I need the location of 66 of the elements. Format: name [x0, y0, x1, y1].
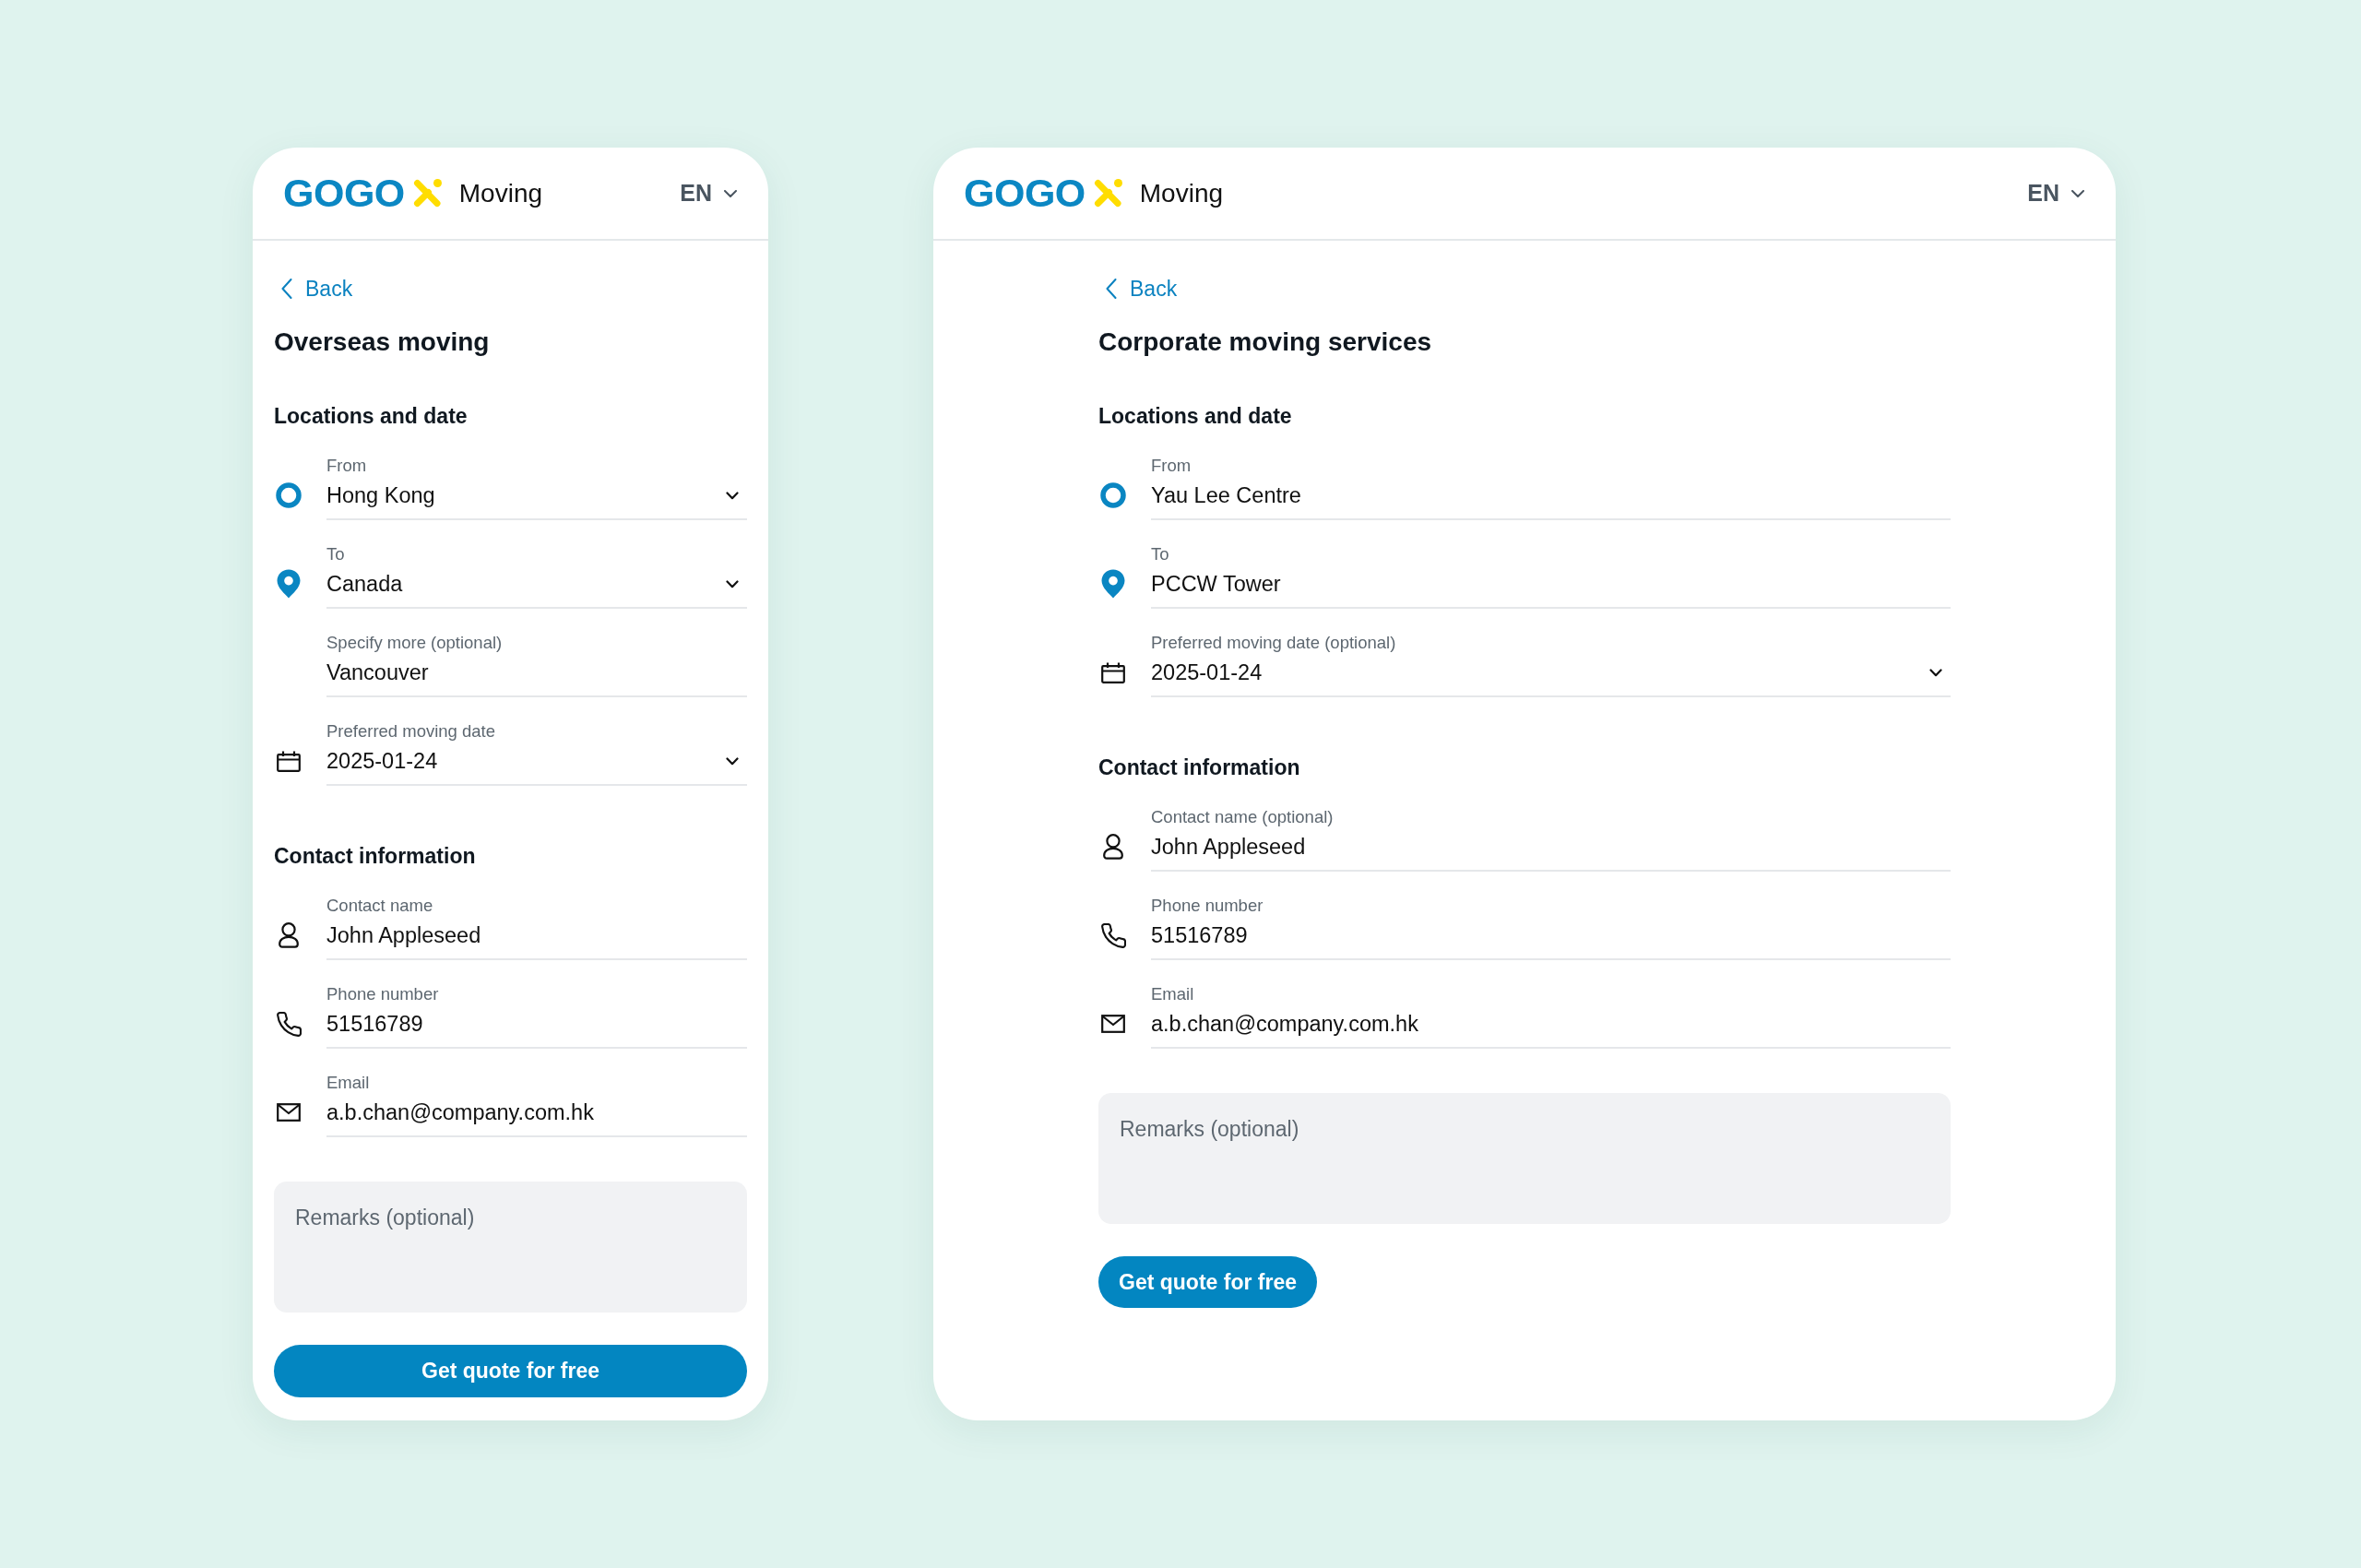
- text-field[interactable]: John Appleseed: [326, 920, 747, 960]
- person-icon: [278, 922, 300, 948]
- text-field[interactable]: 51516789: [1151, 920, 1951, 960]
- field-label: Phone number: [1151, 896, 1264, 916]
- field-label: Contact name: [326, 896, 434, 916]
- ring-icon: [1100, 482, 1126, 508]
- field-label: To: [326, 544, 346, 564]
- chevron-down-icon: [726, 492, 739, 500]
- section-heading: Contact information: [1098, 754, 1301, 781]
- text-field[interactable]: Vancouver: [326, 657, 747, 697]
- dropdown-field[interactable]: 2025-01-24: [326, 745, 747, 786]
- person-icon: [1102, 834, 1124, 860]
- field-label: From: [1151, 456, 1192, 476]
- remarks-field[interactable]: Remarks (optional): [1098, 1093, 1951, 1224]
- section-heading: Contact information: [274, 843, 477, 870]
- text-field[interactable]: PCCW Tower: [1151, 568, 1951, 609]
- chevron-down-icon: [726, 580, 739, 588]
- field-label: Email: [326, 1073, 371, 1093]
- back-link[interactable]: Back: [281, 275, 353, 303]
- map-pin-icon: [1101, 569, 1125, 599]
- field-label: Contact name (optional): [1151, 807, 1335, 827]
- logo-wordmark: GOGO: [283, 173, 405, 213]
- phone-icon: [276, 1011, 302, 1037]
- chevron-left-icon: [1106, 279, 1117, 299]
- mail-icon: [1101, 1015, 1125, 1033]
- calendar-icon: [277, 750, 301, 772]
- page-title: Overseas moving: [274, 327, 491, 358]
- chevron-down-icon: [1929, 669, 1942, 677]
- submit-button[interactable]: Get quote for free: [274, 1345, 747, 1397]
- field-label: To: [1151, 544, 1170, 564]
- page-title: Corporate moving services: [1098, 327, 1433, 358]
- product-name: Moving: [458, 178, 543, 208]
- text-field[interactable]: 51516789: [326, 1008, 747, 1049]
- field-label: Email: [1151, 984, 1195, 1004]
- chevron-left-icon: [281, 279, 292, 299]
- map-pin-icon: [277, 569, 301, 599]
- field-label: Preferred moving date: [326, 721, 497, 742]
- field-label: Phone number: [326, 984, 440, 1004]
- logo-cross-icon: [1093, 179, 1122, 208]
- calendar-icon: [1101, 661, 1125, 683]
- chevron-down-icon: [726, 757, 739, 766]
- section-heading: Locations and date: [274, 403, 469, 430]
- dropdown-field[interactable]: Canada: [326, 568, 747, 609]
- text-field[interactable]: a.b.chan@company.com.hk: [326, 1097, 747, 1137]
- chevron-down-icon: [724, 189, 737, 197]
- mail-icon: [277, 1103, 301, 1122]
- dropdown-field[interactable]: 2025-01-24: [1151, 657, 1951, 697]
- logo-wordmark: GOGO: [964, 173, 1086, 213]
- text-field[interactable]: John Appleseed: [1151, 831, 1951, 872]
- chevron-down-icon: [2071, 189, 2084, 197]
- section-heading: Locations and date: [1098, 403, 1293, 430]
- field-label: Preferred moving date (optional): [1151, 633, 1397, 653]
- dropdown-field[interactable]: Hong Kong: [326, 480, 747, 520]
- ring-icon: [276, 482, 302, 508]
- logo-cross-icon: [412, 179, 442, 208]
- submit-button[interactable]: Get quote for free: [1098, 1256, 1317, 1308]
- field-label: From: [326, 456, 368, 476]
- field-label: Specify more (optional): [326, 633, 504, 653]
- language-button[interactable]: EN: [680, 180, 737, 207]
- remarks-field[interactable]: Remarks (optional): [274, 1182, 747, 1313]
- text-field[interactable]: Yau Lee Centre: [1151, 480, 1951, 520]
- product-name: Moving: [1139, 178, 1224, 208]
- phone-icon: [1100, 922, 1126, 948]
- language-button[interactable]: EN: [2027, 180, 2084, 207]
- back-link[interactable]: Back: [1106, 275, 1178, 303]
- text-field[interactable]: a.b.chan@company.com.hk: [1151, 1008, 1951, 1049]
